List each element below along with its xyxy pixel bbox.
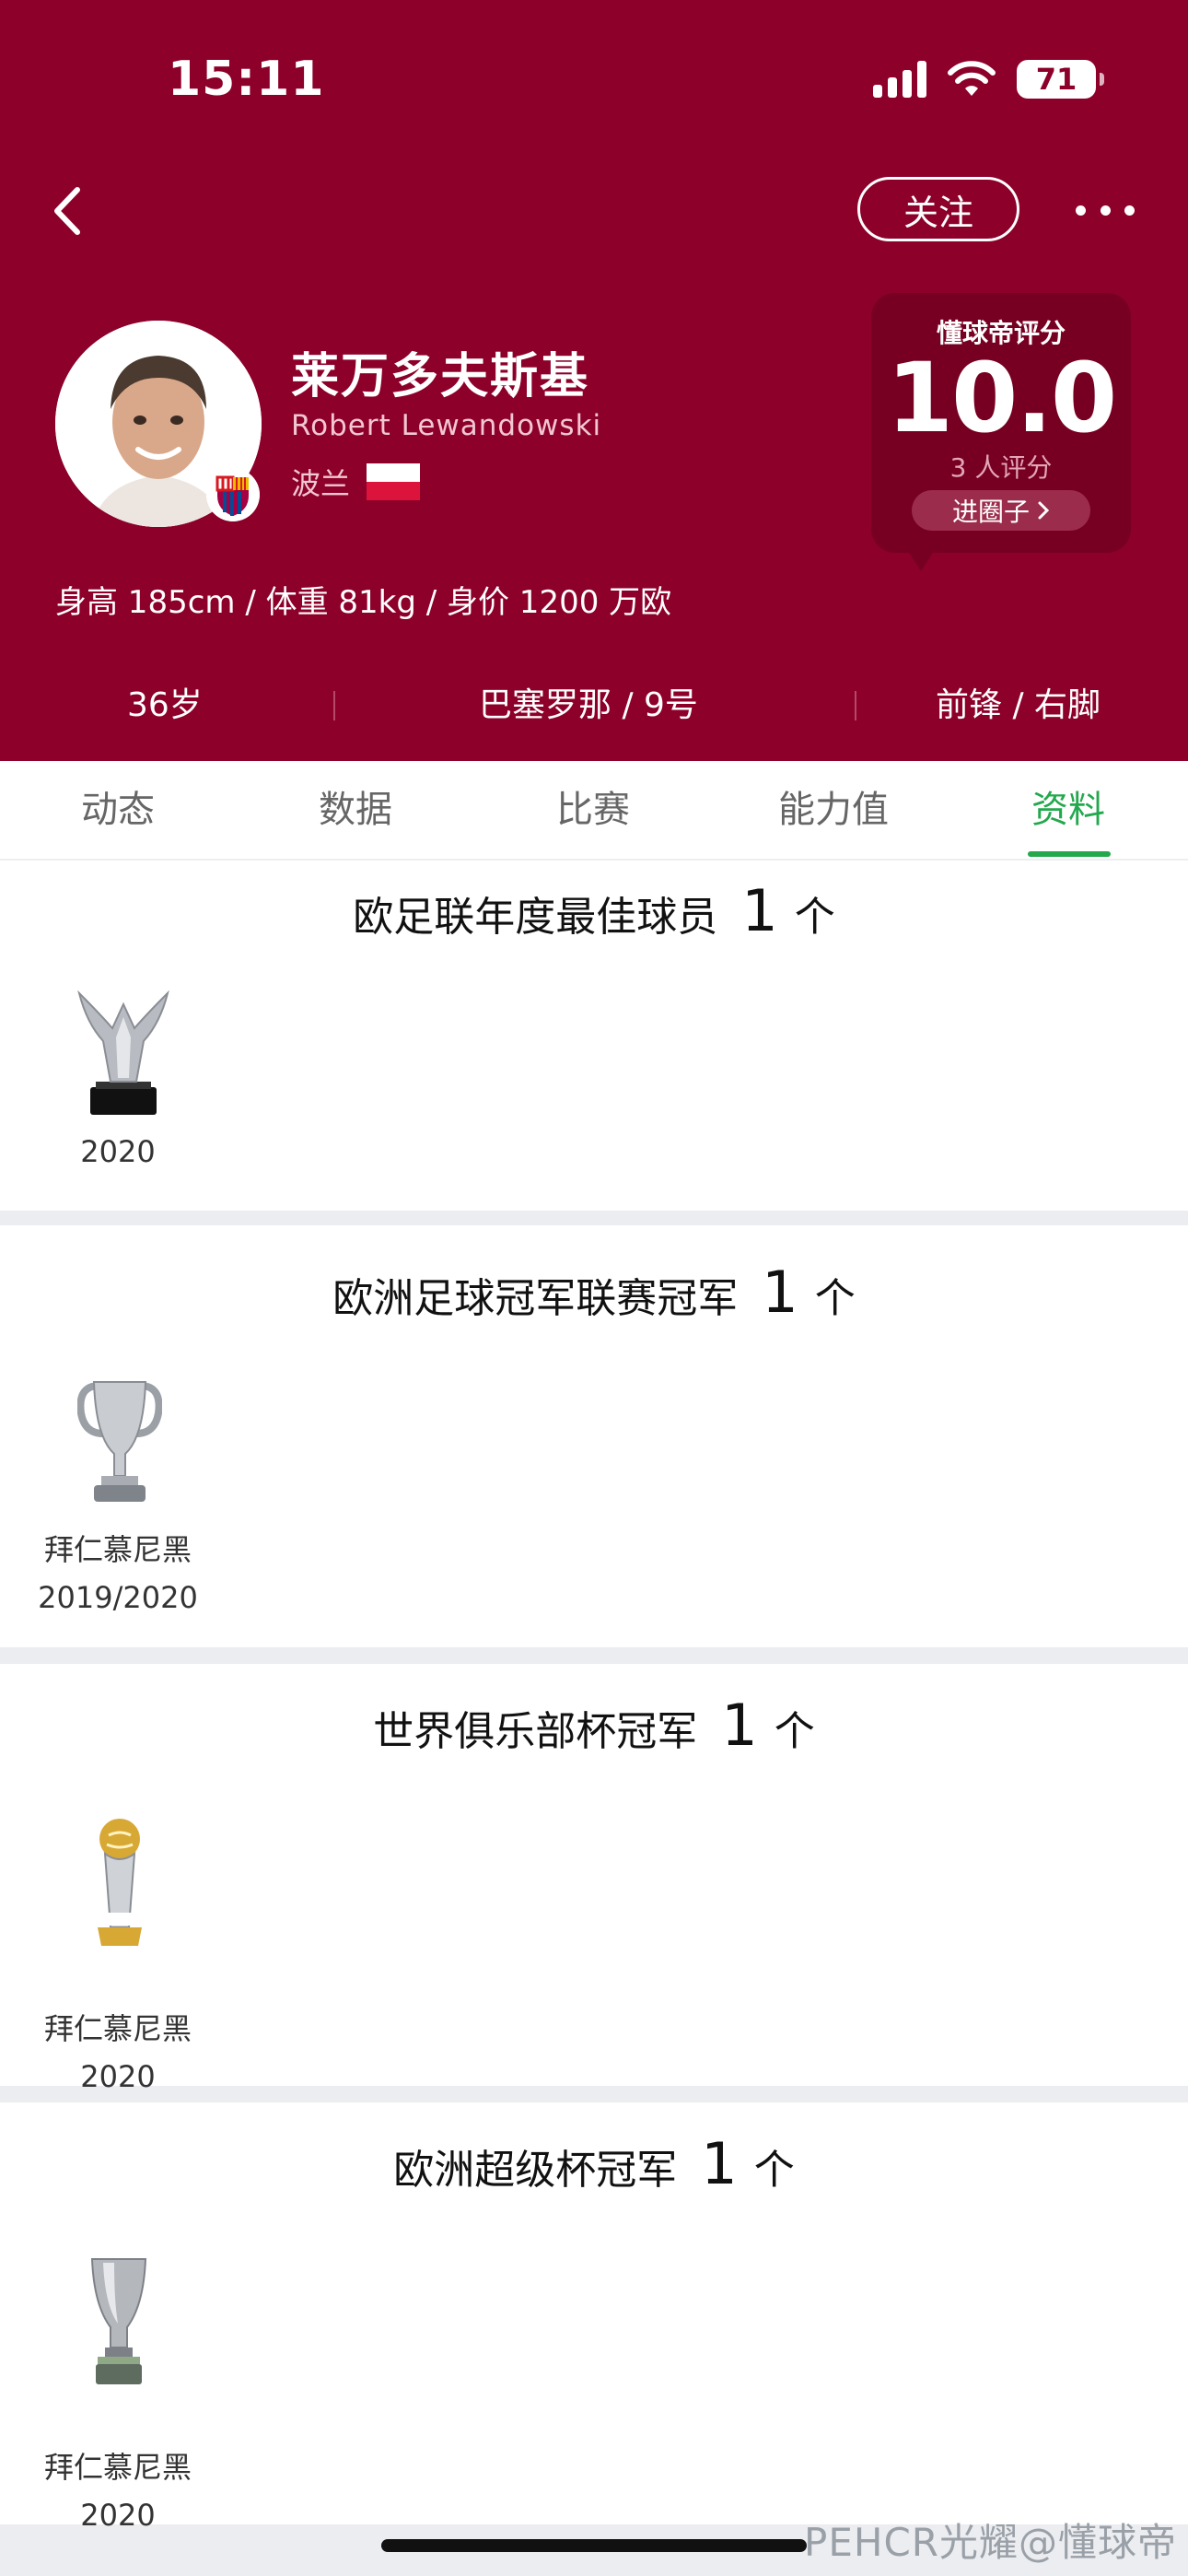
- honour-section: 欧足联年度最佳球员 1 个 2020: [0, 861, 1188, 1211]
- super-cup-trophy-icon[interactable]: [87, 2255, 151, 2386]
- trophy-team: 拜仁慕尼黑: [43, 2011, 192, 2046]
- honour-name: 欧足联年度最佳球员: [353, 894, 718, 941]
- honour-unit: 个: [774, 1708, 815, 1755]
- tab-abilities[interactable]: 能力值: [755, 761, 912, 859]
- honour-title: 世界俱乐部杯冠军 1 个: [0, 1692, 1188, 1759]
- club-badge-icon: [206, 468, 260, 521]
- player-meta-row: 36岁 巴塞罗那 / 9号 前锋 / 右脚: [0, 678, 1188, 733]
- cellular-signal-icon: [873, 61, 926, 98]
- enter-circle-label: 进圈子: [951, 497, 1030, 527]
- honour-unit: 个: [794, 894, 835, 941]
- meta-divider: [333, 691, 335, 720]
- tab-stats[interactable]: 数据: [291, 761, 420, 859]
- tab-news[interactable]: 动态: [53, 761, 182, 859]
- rating-count: 3 人评分: [949, 452, 1053, 483]
- nationality-label: 波兰: [291, 466, 351, 501]
- rating-card: 懂球帝评分 10.0 3 人评分 进圈子: [871, 293, 1131, 571]
- uefa-player-award-icon[interactable]: [76, 986, 171, 1115]
- more-options-icon[interactable]: [1076, 190, 1135, 230]
- club-world-cup-trophy-icon[interactable]: [88, 1817, 151, 1948]
- player-body-info: 身高 185cm / 体重 81kg / 身价 1200 万欧: [55, 584, 672, 621]
- trophy-season: 2020: [80, 1134, 156, 1169]
- trophy-season: 2019/2020: [38, 1580, 198, 1615]
- honour-section: 欧洲超级杯冠军 1 个 拜仁慕尼黑 2020: [0, 2102, 1188, 2533]
- honour-section: 欧洲足球冠军联赛冠军 1 个 拜仁慕尼黑 2019/2020: [0, 1225, 1188, 1647]
- player-header: 15:11 71 关注 莱万多夫斯基 Robert Lewandowski 波兰…: [0, 0, 1188, 761]
- home-indicator[interactable]: [381, 2539, 807, 2552]
- trophy-season: 2020: [80, 2059, 156, 2094]
- honour-unit: 个: [814, 1275, 856, 1322]
- status-time: 15:11: [168, 52, 325, 107]
- honour-title: 欧足联年度最佳球员 1 个: [0, 877, 1188, 944]
- active-tab-indicator: [1028, 851, 1111, 857]
- nationality: 波兰: [291, 461, 421, 503]
- watermark: PEHCR光耀@懂球帝: [804, 2520, 1177, 2565]
- player-age: 36岁: [127, 686, 203, 724]
- back-arrow-icon[interactable]: [41, 179, 96, 243]
- player-name-english: Robert Lewandowski: [291, 409, 602, 442]
- player-position-foot: 前锋 / 右脚: [936, 686, 1101, 724]
- honour-title: 欧洲足球冠军联赛冠军 1 个: [0, 1259, 1188, 1326]
- honour-count: 1: [701, 2130, 738, 2197]
- honour-name: 欧洲足球冠军联赛冠军: [332, 1275, 739, 1322]
- tab-bar: 动态 数据 比赛 能力值 资料: [0, 761, 1188, 860]
- trophy-team: 拜仁慕尼黑: [43, 2450, 192, 2485]
- player-club-number: 巴塞罗那 / 9号: [479, 686, 698, 724]
- enter-circle-button[interactable]: 进圈子: [912, 490, 1090, 531]
- follow-button[interactable]: 关注: [857, 177, 1019, 241]
- trophy-team: 拜仁慕尼黑: [43, 1532, 192, 1567]
- champions-league-trophy-icon[interactable]: [77, 1376, 162, 1505]
- poland-flag-icon: [367, 463, 421, 500]
- player-name-chinese: 莱万多夫斯基: [291, 349, 590, 404]
- honour-count: 1: [762, 1259, 798, 1326]
- honour-unit: 个: [753, 2147, 795, 2194]
- chevron-right-icon: [1038, 501, 1050, 520]
- honour-count: 1: [741, 877, 778, 944]
- honour-count: 1: [721, 1692, 758, 1759]
- meta-divider: [855, 691, 856, 720]
- honour-section: 世界俱乐部杯冠军 1 个 拜仁慕尼黑 2020: [0, 1664, 1188, 2094]
- honour-title: 欧洲超级杯冠军 1 个: [0, 2130, 1188, 2197]
- battery-icon: 71: [1017, 60, 1104, 99]
- tab-matches[interactable]: 比赛: [529, 761, 658, 859]
- honour-name: 欧洲超级杯冠军: [393, 2147, 678, 2194]
- trophy-season: 2020: [80, 2498, 156, 2533]
- wifi-icon: [948, 61, 996, 96]
- status-icons: 71: [873, 55, 1104, 103]
- rating-value: 10.0: [886, 342, 1118, 454]
- tab-profile[interactable]: 资料: [1004, 761, 1133, 859]
- honour-name: 世界俱乐部杯冠军: [373, 1708, 698, 1755]
